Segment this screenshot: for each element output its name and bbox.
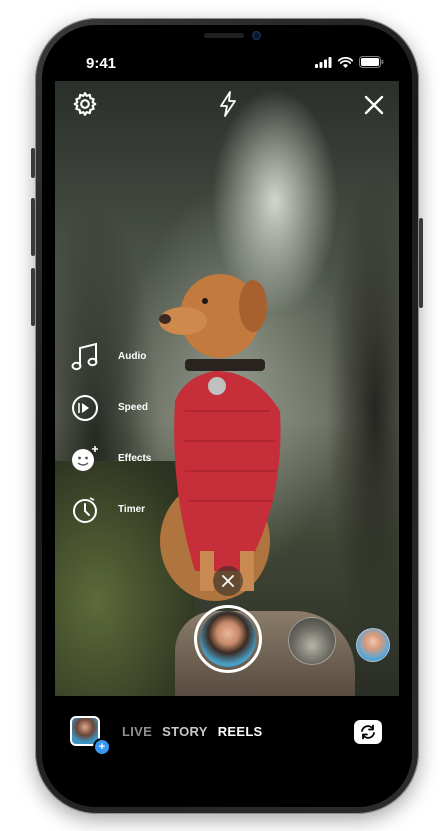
volume-down-button: [31, 268, 35, 326]
effect-thumbnail-portrait[interactable]: [356, 628, 390, 662]
selected-effect-preview: [200, 611, 256, 667]
mode-tab-reels[interactable]: REELS: [218, 724, 263, 739]
mode-tab-story[interactable]: STORY: [162, 724, 208, 739]
wifi-icon: [338, 56, 353, 68]
speed-icon: [70, 393, 100, 423]
flash-button[interactable]: [219, 91, 237, 122]
front-camera: [252, 31, 261, 40]
tool-timer[interactable]: Timer: [70, 484, 151, 535]
effects-face-icon: [70, 444, 100, 474]
flip-camera-icon: [361, 724, 375, 740]
mode-tab-live[interactable]: LIVE: [122, 724, 152, 739]
gear-icon: [73, 92, 97, 116]
shutter-button[interactable]: [194, 605, 262, 673]
settings-button[interactable]: [72, 91, 98, 122]
tool-effects-label: Effects: [118, 453, 152, 464]
plus-icon: +: [93, 738, 111, 756]
music-note-icon: [70, 342, 100, 372]
close-icon: [364, 95, 384, 115]
timer-icon: [70, 495, 100, 525]
flip-camera-button[interactable]: [354, 720, 382, 744]
phone-screen: 9:41 Audio Speed Effects Timer + LIVE ST…: [42, 25, 412, 807]
close-icon: [222, 575, 234, 587]
mode-tabs: LIVE STORY REELS: [122, 724, 263, 739]
status-time: 9:41: [86, 55, 117, 72]
camera-mode-bar: + LIVE STORY REELS: [42, 696, 412, 807]
cellular-signal-icon: [315, 56, 332, 68]
tool-speed-label: Speed: [118, 402, 149, 413]
mute-switch: [31, 148, 35, 178]
dog-photo: [159, 274, 281, 601]
tool-audio-label: Audio: [118, 351, 147, 362]
power-button: [419, 218, 423, 308]
notch: [154, 25, 300, 55]
lightning-bolt-icon: [220, 91, 236, 117]
effect-thumbnail-room[interactable]: [288, 617, 336, 665]
tool-audio[interactable]: Audio: [70, 331, 151, 382]
camera-tools: Audio Speed Effects Timer: [70, 331, 151, 535]
status-icons: [315, 56, 384, 68]
tool-timer-label: Timer: [118, 504, 146, 515]
earpiece-speaker: [204, 33, 244, 38]
tool-speed[interactable]: Speed: [70, 382, 151, 433]
volume-up-button: [31, 198, 35, 256]
battery-icon: [359, 56, 384, 68]
remove-effect-button[interactable]: [213, 566, 243, 596]
close-camera-button[interactable]: [364, 95, 384, 120]
tool-effects[interactable]: Effects: [70, 433, 151, 484]
